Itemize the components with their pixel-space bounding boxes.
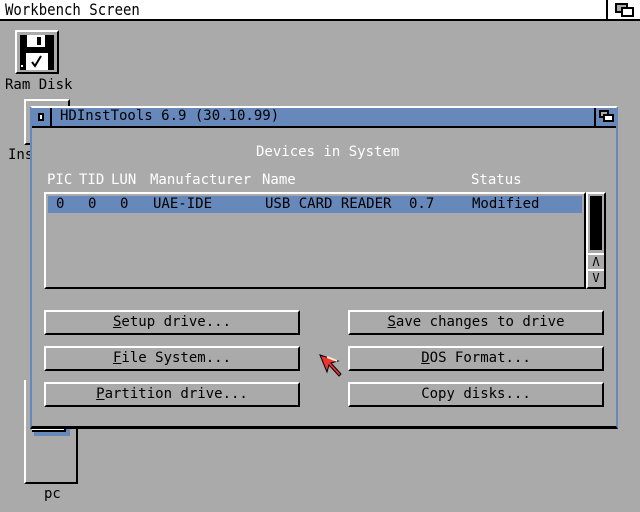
cell-manufacturer: UAE-IDE [153, 196, 213, 212]
hdinsttools-window: HDInstTools 6.9 (30.10.99) Devices in Sy… [30, 106, 618, 429]
list-scrollbar[interactable]: Λ V [586, 192, 606, 289]
setup-drive-button[interactable]: Setup drive... [44, 310, 300, 335]
col-status: Status [471, 172, 522, 188]
button-label: ile System... [121, 350, 231, 366]
col-tid: TID [79, 172, 105, 188]
mouse-pointer-icon [319, 354, 342, 377]
col-pic: PIC [47, 172, 73, 188]
cell-revision: 0.7 [409, 196, 435, 212]
save-changes-button[interactable]: Save changes to drive [348, 310, 604, 335]
window-depth-gadget-icon[interactable] [594, 108, 616, 126]
window-title-bar[interactable]: HDInstTools 6.9 (30.10.99) [32, 108, 616, 128]
ram-disk-icon[interactable] [15, 30, 59, 74]
file-system-button[interactable]: File System... [44, 346, 300, 371]
shortcut-key: S [387, 314, 396, 330]
window-title: HDInstTools 6.9 (30.10.99) [60, 108, 280, 124]
copy-disks-button[interactable]: Copy disks... [348, 382, 604, 407]
cell-lun: 0 [120, 196, 129, 212]
button-label: ave changes to drive [395, 314, 565, 330]
screen-title: Workbench Screen [5, 1, 140, 20]
screen-title-bar: Workbench Screen [0, 0, 640, 21]
close-gadget-icon[interactable] [32, 108, 52, 126]
partition-drive-button[interactable]: Partition drive... [44, 382, 300, 407]
cell-pic: 0 [56, 196, 65, 212]
col-lun: LUN [111, 172, 137, 188]
cell-tid: 0 [88, 196, 97, 212]
button-label: OS Format... [429, 350, 531, 366]
cell-status: Modified [472, 196, 540, 212]
pc-label: pc [44, 486, 61, 502]
shortcut-key: P [96, 386, 105, 402]
scrollbar-knob[interactable] [590, 196, 602, 250]
button-label: Copy disks... [421, 386, 531, 402]
cell-name: USB CARD READER [265, 196, 392, 212]
screen-depth-gadget[interactable] [606, 0, 640, 19]
button-label: etup drive... [121, 314, 231, 330]
device-list[interactable]: 0 0 0 UAE-IDE USB CARD READER 0.7 Modifi… [44, 192, 586, 289]
col-manufacturer: Manufacturer [150, 172, 252, 188]
button-label: artition drive... [104, 386, 248, 402]
dos-format-button[interactable]: DOS Format... [348, 346, 604, 371]
shortcut-key: D [421, 350, 430, 366]
table-row[interactable]: 0 0 0 UAE-IDE USB CARD READER 0.7 Modifi… [48, 196, 582, 213]
section-heading: Devices in System [256, 144, 400, 160]
ram-disk-label: Ram Disk [5, 77, 73, 93]
col-name: Name [262, 172, 296, 188]
scroll-down-arrow-icon[interactable]: V [588, 269, 604, 285]
scroll-up-arrow-icon[interactable]: Λ [588, 253, 604, 269]
